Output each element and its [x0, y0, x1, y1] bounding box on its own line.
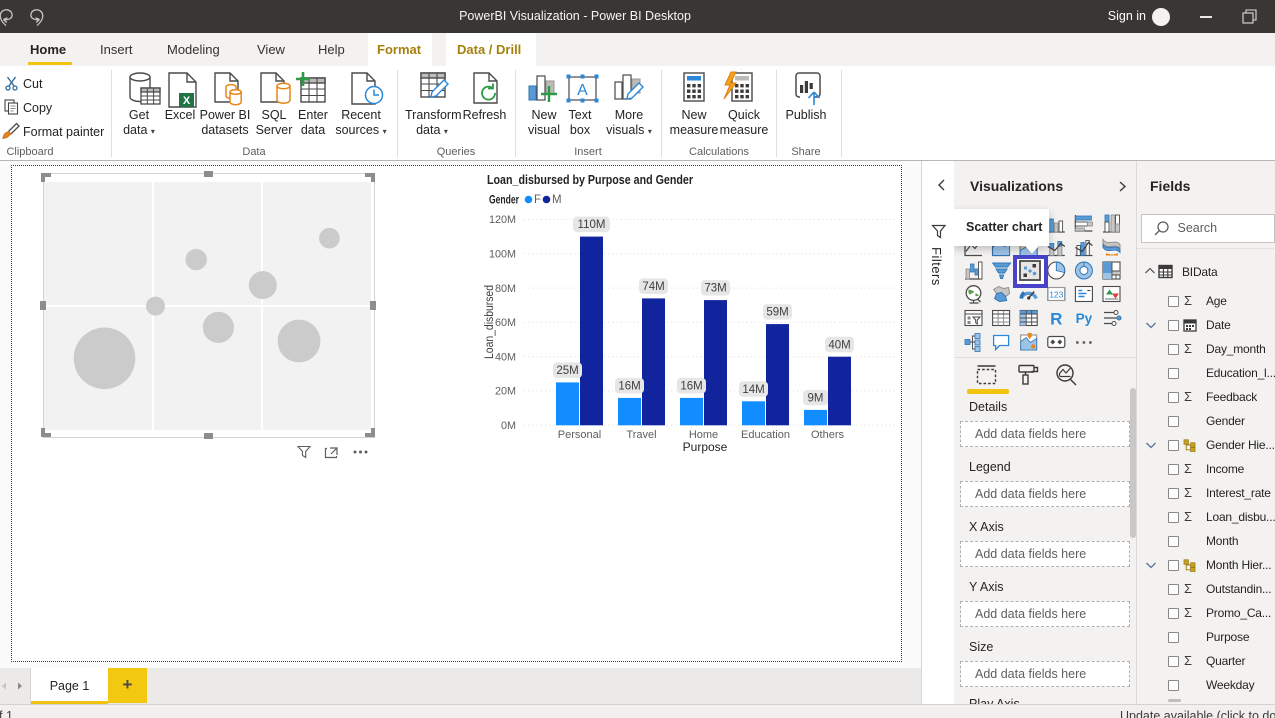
svg-text:Purpose: Purpose — [683, 440, 728, 454]
svg-text:0M: 0M — [501, 420, 516, 432]
svg-text:Gender: Gender — [489, 195, 519, 207]
svg-text:20M: 20M — [495, 386, 516, 398]
svg-text:9M: 9M — [808, 393, 824, 405]
svg-text:60M: 60M — [495, 317, 516, 329]
svg-text:Loan_disbursed by Purpose and: Loan_disbursed by Purpose and Gender — [487, 173, 693, 187]
svg-text:A: A — [577, 82, 588, 99]
svg-text:73M: 73M — [704, 283, 726, 295]
svg-text:40M: 40M — [495, 351, 516, 363]
svg-text:40M: 40M — [828, 339, 850, 351]
svg-text:74M: 74M — [642, 281, 664, 293]
svg-text:Py: Py — [1076, 311, 1093, 326]
svg-text:110M: 110M — [578, 219, 606, 231]
svg-text:X: X — [183, 95, 191, 107]
svg-text:14M: 14M — [742, 384, 764, 396]
svg-text:Travel: Travel — [626, 429, 656, 441]
svg-text:Loan_disbursed: Loan_disbursed — [484, 285, 496, 359]
svg-text:F: F — [534, 194, 541, 206]
svg-text:Personal: Personal — [558, 429, 601, 441]
svg-text:25M: 25M — [556, 365, 578, 377]
svg-text:80M: 80M — [495, 283, 516, 295]
svg-text:120M: 120M — [489, 214, 516, 226]
svg-text:59M: 59M — [766, 307, 788, 319]
svg-text:16M: 16M — [618, 381, 640, 393]
svg-text:16M: 16M — [680, 381, 702, 393]
svg-text:100M: 100M — [489, 249, 516, 261]
svg-text:123: 123 — [1049, 290, 1063, 300]
svg-text:R: R — [1050, 310, 1062, 329]
svg-text:Education: Education — [741, 429, 790, 441]
svg-text:M: M — [552, 194, 562, 206]
svg-text:Others: Others — [811, 429, 845, 441]
